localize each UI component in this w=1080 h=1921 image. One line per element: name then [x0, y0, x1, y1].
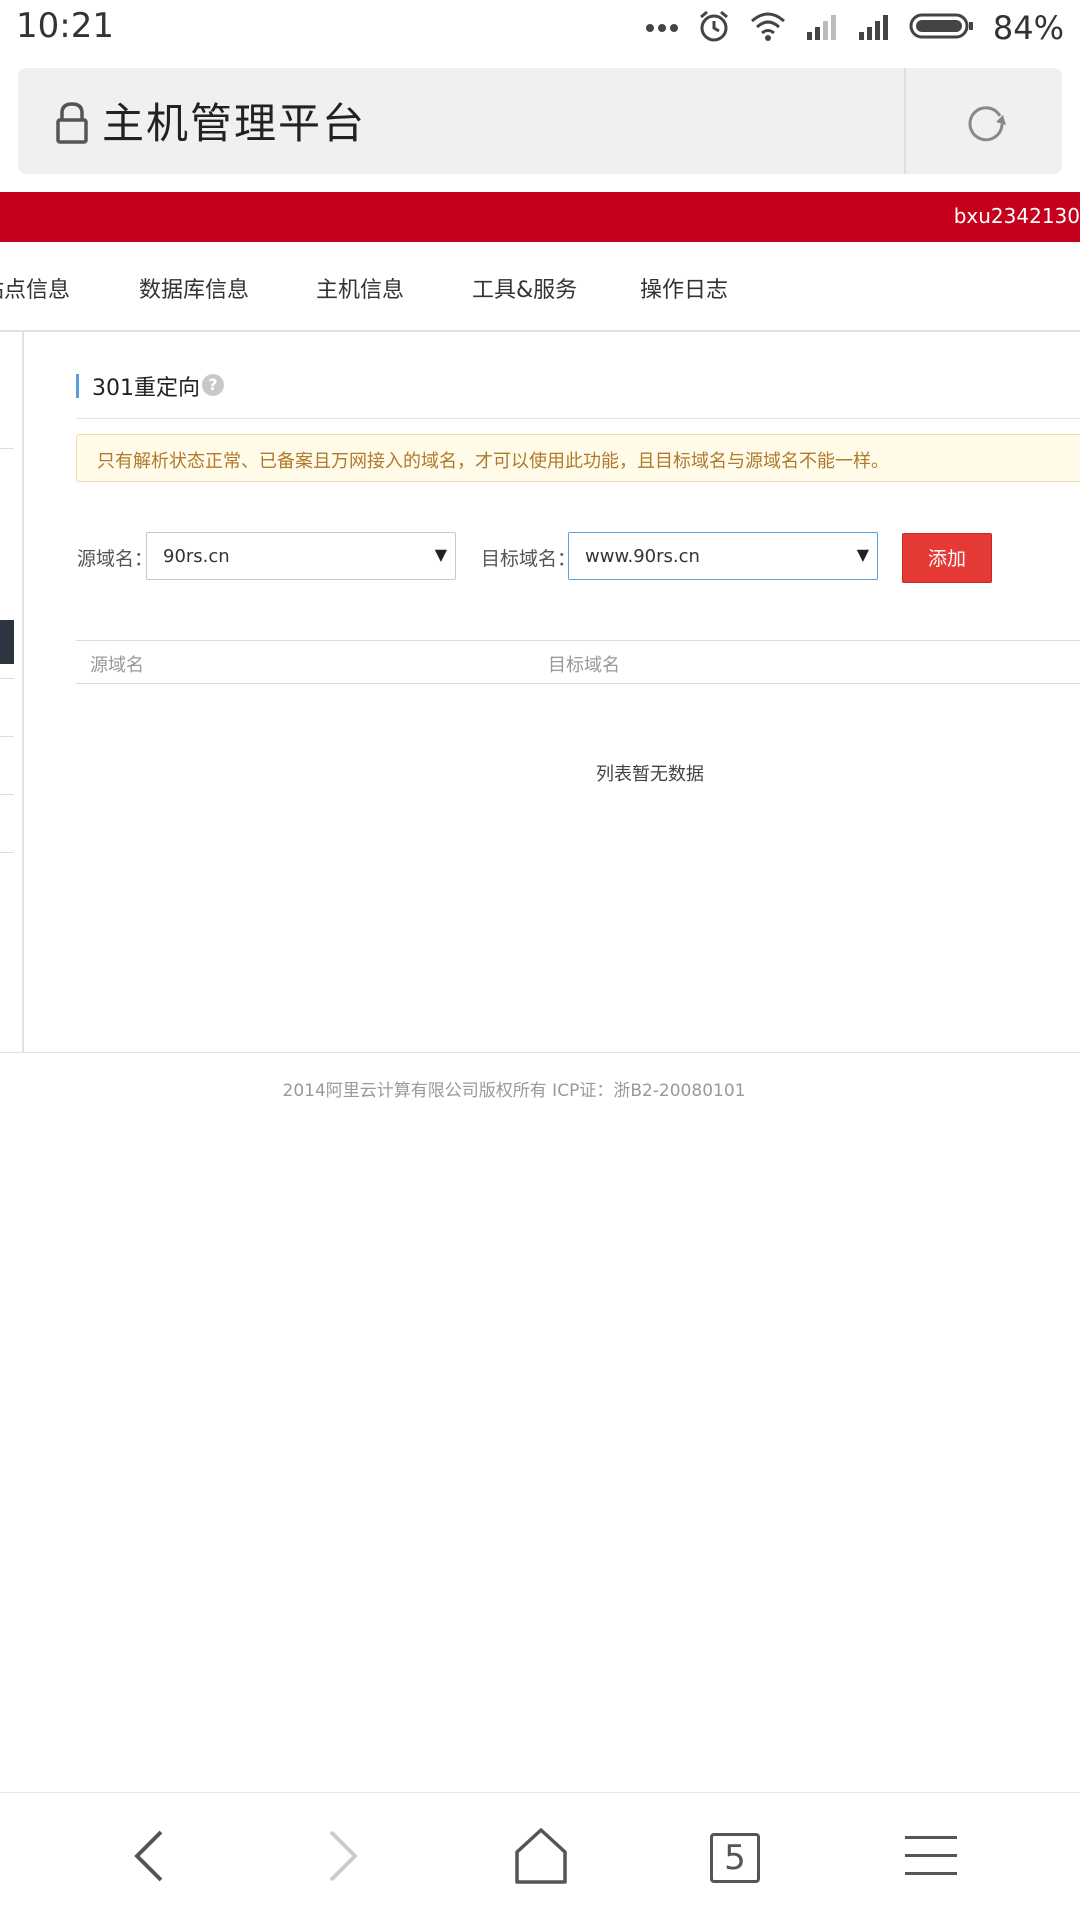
empty-state-text: 列表暂无数据	[596, 764, 704, 785]
signal-strong-icon	[857, 12, 891, 44]
help-icon[interactable]: ?	[202, 374, 224, 396]
sidebar-divider	[0, 448, 14, 449]
username[interactable]: bxu2342130	[954, 204, 1080, 228]
sidebar-divider	[0, 678, 14, 679]
caret-down-icon: ▼	[856, 545, 869, 564]
back-button[interactable]	[104, 1823, 194, 1893]
footer-copyright: 2014阿里云计算有限公司版权所有 ICP证：浙B2-20080101	[282, 1081, 746, 1101]
add-button[interactable]: 添加	[902, 533, 992, 583]
table-header: 源域名 目标域名	[76, 640, 1080, 684]
nav-item-database-info[interactable]: 数据库信息	[139, 272, 249, 304]
status-time: 10:21	[16, 6, 114, 46]
alarm-icon	[697, 9, 731, 47]
section-title: 301重定向	[92, 376, 200, 401]
browser-bottom-bar: 5	[0, 1792, 1080, 1921]
more-dots-icon	[645, 19, 679, 38]
battery-percent: 84%	[992, 9, 1064, 47]
home-icon	[513, 1826, 569, 1890]
signal-weak-icon	[805, 12, 839, 44]
header-strip: bxu2342130	[0, 192, 1080, 242]
tabs-icon: 5	[710, 1833, 760, 1883]
hamburger-menu-icon	[903, 1832, 959, 1884]
section-title-accent	[76, 374, 79, 398]
source-domain-select[interactable]: 90rs.cn ▼	[146, 532, 456, 580]
target-domain-select[interactable]: www.90rs.cn ▼	[568, 532, 878, 580]
nav-item-tools-services[interactable]: 工具&服务	[472, 272, 577, 304]
target-domain-value: www.90rs.cn	[585, 546, 700, 567]
chevron-right-icon	[323, 1828, 363, 1888]
menu-button[interactable]	[886, 1823, 976, 1893]
address-bar[interactable]: 主机管理平台	[18, 68, 1062, 174]
address-divider	[904, 68, 906, 174]
tabs-count: 5	[724, 1838, 746, 1878]
wifi-icon	[749, 11, 787, 45]
nav-item-operation-log[interactable]: 操作日志	[640, 272, 728, 304]
page-title: 主机管理平台	[102, 99, 367, 148]
caret-down-icon: ▼	[434, 545, 447, 564]
nav-item-host-info[interactable]: 主机信息	[316, 272, 404, 304]
sidebar-divider	[0, 736, 14, 737]
source-domain-label: 源域名：	[77, 548, 154, 570]
tabs-button[interactable]: 5	[690, 1823, 780, 1893]
battery-icon	[909, 12, 975, 44]
target-domain-label: 目标域名：	[481, 548, 577, 570]
nav-item-site-info[interactable]: 站点信息	[0, 272, 70, 304]
status-bar: 10:21 84%	[0, 0, 1080, 56]
lock-icon	[50, 100, 94, 146]
sidebar	[0, 332, 24, 1052]
forward-button[interactable]	[298, 1823, 388, 1893]
notice-text: 只有解析状态正常、已备案且万网接入的域名，才可以使用此功能，且目标域名与源域名不…	[97, 451, 889, 472]
title-divider	[76, 418, 1080, 419]
home-button[interactable]	[496, 1823, 586, 1893]
status-icons: 84%	[645, 8, 1064, 48]
source-domain-value: 90rs.cn	[163, 546, 230, 567]
column-target-domain: 目标域名	[548, 655, 620, 676]
sidebar-item-active[interactable]	[0, 620, 14, 664]
sidebar-divider	[0, 852, 14, 853]
main-nav: 站点信息 数据库信息 主机信息 工具&服务 操作日志	[0, 242, 1080, 332]
chevron-left-icon	[129, 1828, 169, 1888]
column-source-domain: 源域名	[90, 655, 144, 676]
notice-banner: 只有解析状态正常、已备案且万网接入的域名，才可以使用此功能，且目标域名与源域名不…	[76, 434, 1080, 482]
sidebar-divider	[0, 794, 14, 795]
reload-icon[interactable]	[960, 96, 1012, 148]
content-bottom-divider	[0, 1052, 1080, 1053]
